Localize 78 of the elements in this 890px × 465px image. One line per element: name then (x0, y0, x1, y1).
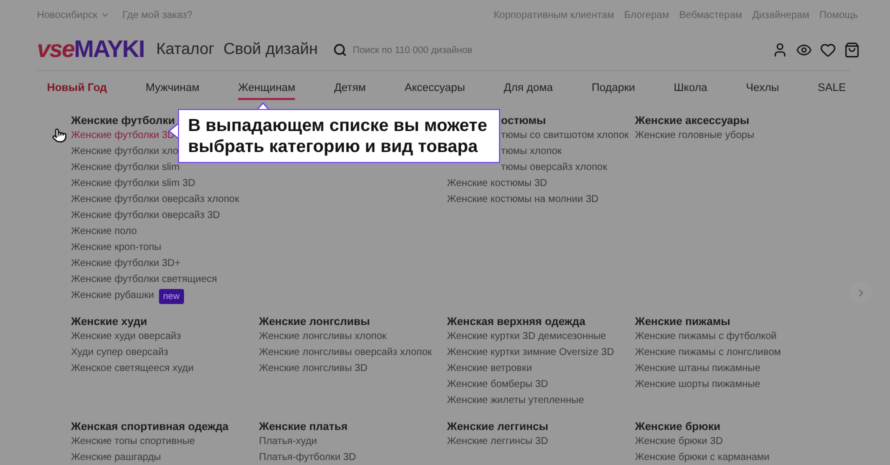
top-link[interactable]: Дизайнерам (752, 10, 810, 20)
callout-tooltip: В выпадающем списке вы можете выбрать категорию и вид товара (178, 109, 500, 163)
nav-tab[interactable]: Мужчинам (146, 76, 200, 100)
eye-icon[interactable] (796, 42, 812, 58)
header-link[interactable]: Свой дизайн (223, 41, 318, 59)
header-link[interactable]: Каталог (156, 41, 214, 59)
category-link[interactable]: Женские футболки slim 3D (71, 176, 196, 192)
category-heading[interactable]: Женские пижамы (635, 315, 730, 329)
category-link[interactable]: тюмы оверсайз хлопок (501, 160, 608, 176)
category-heading[interactable]: остюмы (501, 114, 546, 128)
category-link[interactable]: Женские костюмы на молнии 3D (447, 192, 599, 208)
order-status-link[interactable]: Где мой заказ? (122, 10, 192, 20)
category-heading[interactable]: Женская спортивная одежда (71, 420, 229, 434)
nav-tab[interactable]: Аксессуары (404, 76, 466, 100)
category-link[interactable]: Женские жилеты утепленные (447, 393, 584, 409)
logo[interactable]: vseMAYKI (37, 36, 144, 64)
category-link[interactable]: Женские брюки с карманами (635, 450, 770, 465)
category-link[interactable]: Женские штаны пижамные (635, 361, 760, 377)
top-link[interactable]: Блогерам (624, 10, 670, 20)
category-link[interactable]: Женские бомберы 3D (447, 377, 548, 393)
category-link[interactable]: Платья-худи (259, 434, 317, 450)
category-link[interactable]: Женские футболки оверсайз 3D (71, 208, 220, 224)
category-link[interactable]: Женские лонгсливы хлопок (259, 329, 387, 345)
nav-tab[interactable]: Детям (334, 76, 366, 100)
category-link[interactable]: Женские кроп-топы (71, 240, 162, 256)
category-link[interactable]: тюмы со свитшотом хлопок (501, 128, 629, 144)
category-link[interactable]: Женские брюки 3D (635, 434, 723, 450)
nav-tab[interactable]: SALE (818, 76, 846, 100)
category-link[interactable]: Женские худи оверсайз (71, 329, 181, 345)
category-heading[interactable]: Женские аксессуары (635, 114, 750, 128)
top-link[interactable]: Вебмастерам (679, 10, 742, 20)
category-link[interactable]: Женские лонгсливы оверсайз хлопок (259, 345, 432, 361)
category-link[interactable]: Женские рубашки new (71, 288, 184, 304)
category-link[interactable]: Женские футболки slim (71, 160, 180, 176)
category-link[interactable]: Женские рашгарды (71, 450, 161, 465)
category-link[interactable]: Женские топы спортивные (71, 434, 195, 450)
category-heading[interactable]: Женские футболки (71, 114, 175, 128)
top-link[interactable]: Помощь (819, 10, 858, 20)
category-link[interactable]: Женские головные уборы (635, 128, 754, 144)
category-link[interactable]: Женские лонгсливы 3D (259, 361, 368, 377)
category-link[interactable]: Женские куртки зимние Oversize 3D (447, 345, 614, 361)
category-link[interactable]: тюмы хлопок (501, 144, 562, 160)
hand-cursor-icon (52, 128, 67, 143)
nav-tab[interactable]: Чехлы (746, 76, 780, 100)
heart-icon[interactable] (820, 42, 836, 58)
search-field[interactable]: Поиск по 110 000 дизайнов (352, 44, 553, 56)
category-link[interactable]: Женские футболки оверсайз хлопок (71, 192, 240, 208)
city-selector[interactable]: Новосибирск (37, 10, 110, 20)
category-link[interactable]: Женские пижамы с футболкой (635, 329, 777, 345)
category-link[interactable]: Женские пижамы с лонгсливом (635, 345, 781, 361)
category-link[interactable]: Женские куртки 3D демисезонные (447, 329, 606, 345)
new-badge: new (159, 288, 184, 304)
category-heading[interactable]: Женская верхняя одежда (447, 315, 586, 329)
category-link[interactable]: Женские леггинсы 3D (447, 434, 548, 450)
category-link[interactable]: Женские футболки хло (71, 144, 178, 160)
category-link[interactable]: Женское светящееся худи (71, 361, 194, 377)
category-heading[interactable]: Женские брюки (635, 420, 720, 434)
category-link[interactable]: Женские поло (71, 224, 137, 240)
user-icon[interactable] (772, 42, 788, 58)
nav-tab[interactable]: Школа (674, 76, 708, 100)
category-link[interactable]: Женские шорты пижамные (635, 377, 760, 393)
bag-icon[interactable] (844, 42, 860, 58)
category-heading[interactable]: Женские лонгсливы (259, 315, 370, 329)
nav-tab[interactable]: Для дома (504, 76, 553, 100)
nav-tab[interactable]: Подарки (592, 76, 636, 100)
category-link[interactable]: Платья-футболки 3D (259, 450, 356, 465)
category-link[interactable]: Женские костюмы 3D (447, 176, 548, 192)
top-link[interactable]: Корпоративным клиентам (494, 10, 614, 20)
category-heading[interactable]: Женские платья (259, 420, 348, 434)
category-heading[interactable]: Женские леггинсы (447, 420, 548, 434)
nav-tab[interactable]: Женщинам (238, 76, 296, 100)
nav-tab[interactable]: Новый Год (47, 76, 107, 100)
category-link[interactable]: Женские футболки 3D+ (71, 256, 180, 272)
category-link[interactable]: Женские ветровки (447, 361, 532, 377)
category-link[interactable]: Худи супер оверсайз (71, 345, 168, 361)
search-icon[interactable] (332, 43, 347, 57)
category-heading[interactable]: Женские худи (71, 315, 148, 329)
category-link[interactable]: Женские футболки светящиеся (71, 272, 218, 288)
